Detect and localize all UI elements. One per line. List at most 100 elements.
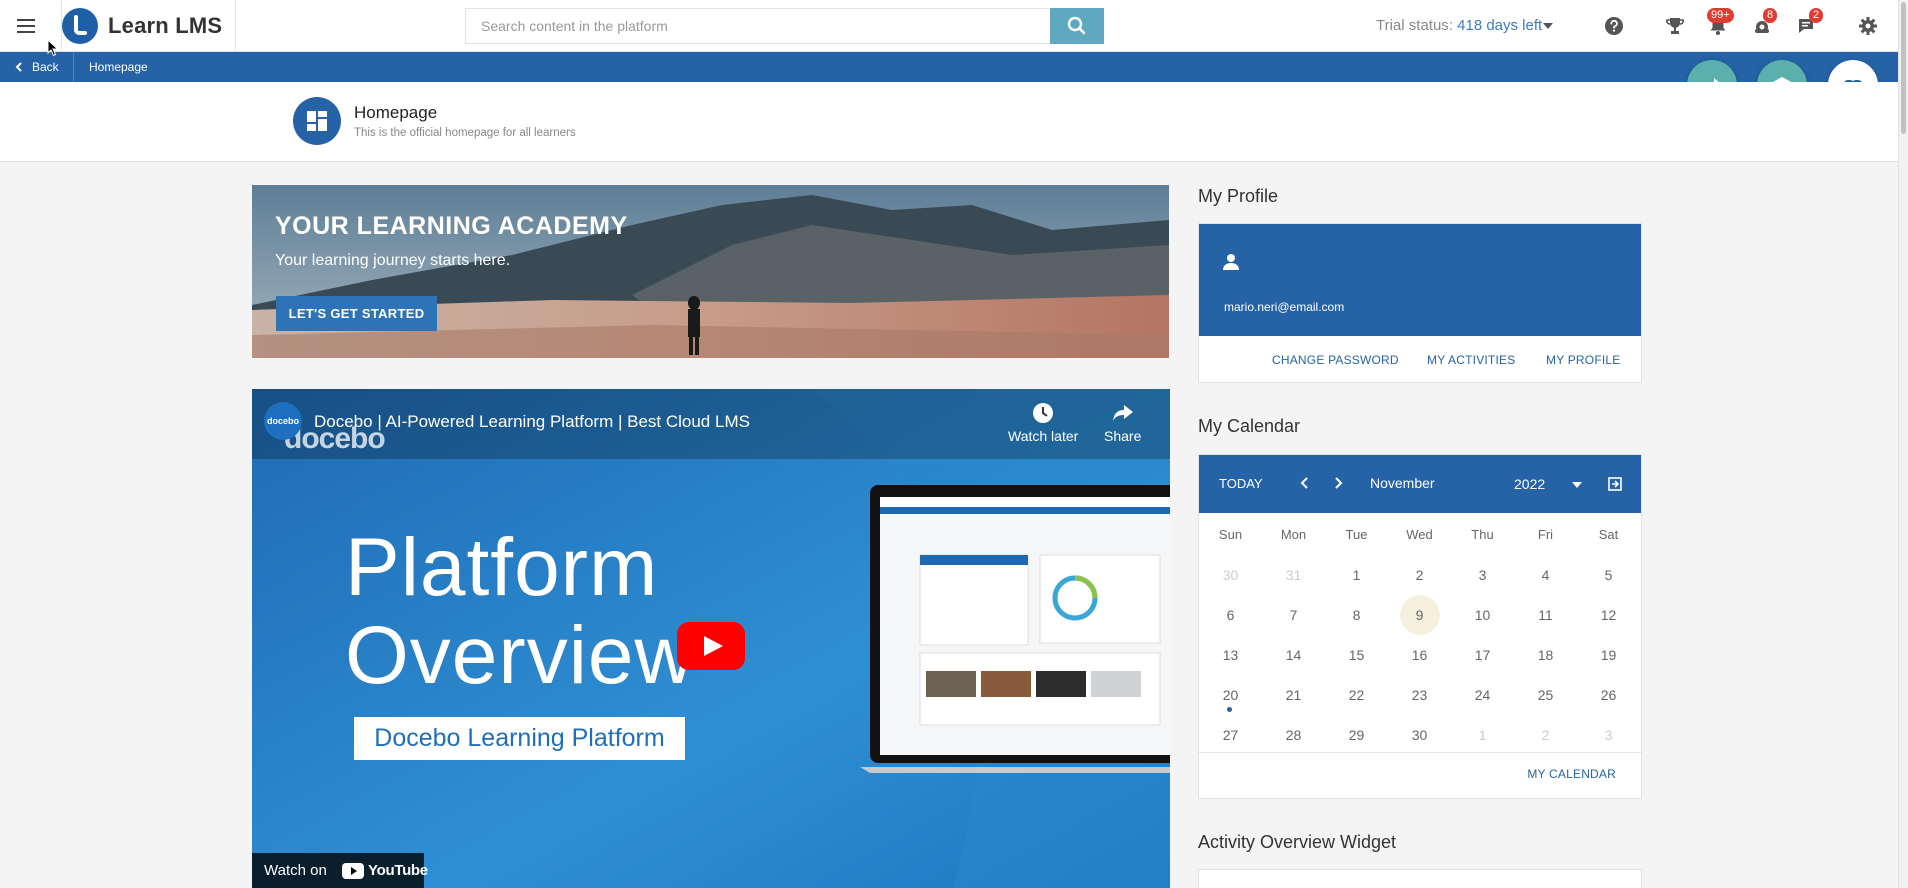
profile-widget: mario.neri@email.com CHANGE PASSWORD MY …	[1198, 223, 1642, 383]
channel-avatar[interactable]: docebo	[264, 402, 302, 440]
calendar-day[interactable]: 19	[1577, 635, 1640, 675]
calendar-section-title: My Calendar	[1198, 416, 1301, 436]
calendar-day[interactable]: 27	[1199, 715, 1262, 755]
calendar-day[interactable]: 23	[1388, 675, 1451, 715]
calendar-day-number: 14	[1285, 647, 1302, 663]
notifications-badge: 99+	[1707, 8, 1734, 23]
calendar-day-number: 4	[1541, 567, 1550, 583]
calendar-day[interactable]: 22	[1325, 675, 1388, 715]
calendar-day[interactable]: 29	[1325, 715, 1388, 755]
watch-on-label: Watch on	[264, 862, 327, 879]
calendar-day-number: 24	[1474, 687, 1491, 703]
gear-icon[interactable]	[1857, 15, 1879, 37]
search-button[interactable]	[1050, 8, 1104, 44]
trophy-icon[interactable]	[1664, 15, 1686, 37]
calendar-day[interactable]: 2	[1388, 555, 1451, 595]
event-dot	[1227, 707, 1232, 712]
calendar-day[interactable]: 4	[1514, 555, 1577, 595]
brand-logo[interactable]	[62, 8, 98, 44]
divider	[235, 0, 236, 52]
my-calendar-link[interactable]: MY CALENDAR	[1527, 767, 1616, 781]
search-input[interactable]: Search content in the platform	[465, 8, 1051, 44]
export-icon[interactable]	[1607, 476, 1623, 492]
profile-header: mario.neri@email.com	[1199, 224, 1641, 336]
calendar-day[interactable]: 30	[1388, 715, 1451, 755]
my-profile-link[interactable]: MY PROFILE	[1546, 353, 1620, 367]
calendar-day-number: 28	[1285, 727, 1302, 743]
calendar-day[interactable]: 30	[1199, 555, 1262, 595]
calendar-day[interactable]: 26	[1577, 675, 1640, 715]
calendar-day[interactable]: 16	[1388, 635, 1451, 675]
calendar-day[interactable]: 1	[1451, 715, 1514, 755]
profile-section-title: My Profile	[1198, 186, 1279, 206]
calendar-day-number: 8	[1352, 607, 1361, 623]
calendar-day[interactable]: 17	[1451, 635, 1514, 675]
video-headline-1: Platform	[345, 522, 659, 613]
scrollbar-thumb[interactable]	[1901, 2, 1906, 134]
my-activities-link[interactable]: MY ACTIVITIES	[1427, 353, 1515, 367]
calendar-day-number: 18	[1537, 647, 1554, 663]
calendar-day-number: 5	[1604, 567, 1613, 583]
weekday-label: Sat	[1598, 527, 1619, 542]
calendar-day[interactable]: 11	[1514, 595, 1577, 635]
calendar-day[interactable]: 8	[1325, 595, 1388, 635]
help-icon[interactable]	[1603, 15, 1625, 37]
share-icon	[1112, 405, 1133, 421]
calendar-day[interactable]: 20	[1199, 675, 1262, 715]
calendar-day[interactable]: 13	[1199, 635, 1262, 675]
brand-name[interactable]: Learn LMS	[108, 13, 222, 39]
chevron-down-icon[interactable]	[1572, 482, 1582, 488]
calendar-day[interactable]: 6	[1199, 595, 1262, 635]
calendar-day[interactable]: 14	[1262, 635, 1325, 675]
watch-later-button[interactable]: Watch later	[1008, 402, 1078, 444]
calendar-day[interactable]: 10	[1451, 595, 1514, 635]
calendar-day[interactable]: 25	[1514, 675, 1577, 715]
calendar-day[interactable]: 9	[1388, 595, 1451, 635]
video-title[interactable]: Docebo | AI-Powered Learning Platform | …	[314, 412, 750, 432]
messages-badge: 2	[1809, 8, 1824, 23]
calendar-year-select[interactable]: 2022	[1514, 476, 1545, 492]
calendar-day-number: 7	[1289, 607, 1298, 623]
weekday-label: Mon	[1280, 527, 1307, 542]
calendar-day[interactable]: 24	[1451, 675, 1514, 715]
calendar-day[interactable]: 7	[1262, 595, 1325, 635]
get-started-button[interactable]: LET'S GET STARTED	[276, 296, 437, 331]
calendar-day-number: 3	[1604, 727, 1613, 743]
page-title: Homepage	[354, 103, 438, 122]
profile-email: mario.neri@email.com	[1224, 300, 1345, 314]
calendar-day[interactable]: 21	[1262, 675, 1325, 715]
trial-status[interactable]: Trial status: 418 days left	[1376, 17, 1542, 34]
chevron-right-icon[interactable]	[1332, 475, 1344, 491]
calendar-week-row: 20 21 22 23 24 25 26	[1199, 675, 1641, 715]
calendar-day[interactable]: 15	[1325, 635, 1388, 675]
calendar-day-number: 1	[1478, 727, 1487, 743]
user-icon	[1223, 254, 1239, 270]
calendar-day[interactable]: 3	[1451, 555, 1514, 595]
page-header: Homepage This is the official homepage f…	[0, 82, 1898, 162]
calendar-widget: TODAY November 2022 Sun Mon Tue Wed Thu Fri Sa…	[1198, 454, 1642, 799]
chevron-left-icon[interactable]	[1299, 475, 1311, 491]
back-label: Back	[32, 60, 59, 74]
play-button[interactable]	[677, 622, 745, 670]
calendar-day-number: 21	[1285, 687, 1302, 703]
change-password-link[interactable]: CHANGE PASSWORD	[1272, 353, 1399, 367]
video-player[interactable]: docebo docebo Docebo | AI-Powered Learni…	[252, 389, 1170, 888]
calendar-day[interactable]: 3	[1577, 715, 1640, 755]
calendar-day-number: 10	[1474, 607, 1491, 623]
calendar-day-number: 2	[1541, 727, 1550, 743]
calendar-day[interactable]: 2	[1514, 715, 1577, 755]
trial-days-left: 418 days left	[1457, 17, 1543, 34]
today-button[interactable]: TODAY	[1219, 476, 1263, 491]
calendar-week-row: 30 31 1 2 3 4 5	[1199, 555, 1641, 595]
calendar-day[interactable]: 18	[1514, 635, 1577, 675]
calendar-day[interactable]: 28	[1262, 715, 1325, 755]
youtube-wordmark: YouTube	[368, 862, 428, 879]
share-video-button[interactable]: Share	[1104, 402, 1141, 444]
calendar-day[interactable]: 31	[1262, 555, 1325, 595]
calendar-day[interactable]: 5	[1577, 555, 1640, 595]
menu-icon[interactable]	[14, 14, 42, 38]
calendar-day[interactable]: 12	[1577, 595, 1640, 635]
chevron-down-icon[interactable]	[1543, 23, 1553, 29]
watch-on-youtube-button[interactable]: Watch on YouTube	[252, 853, 428, 888]
calendar-day[interactable]: 1	[1325, 555, 1388, 595]
